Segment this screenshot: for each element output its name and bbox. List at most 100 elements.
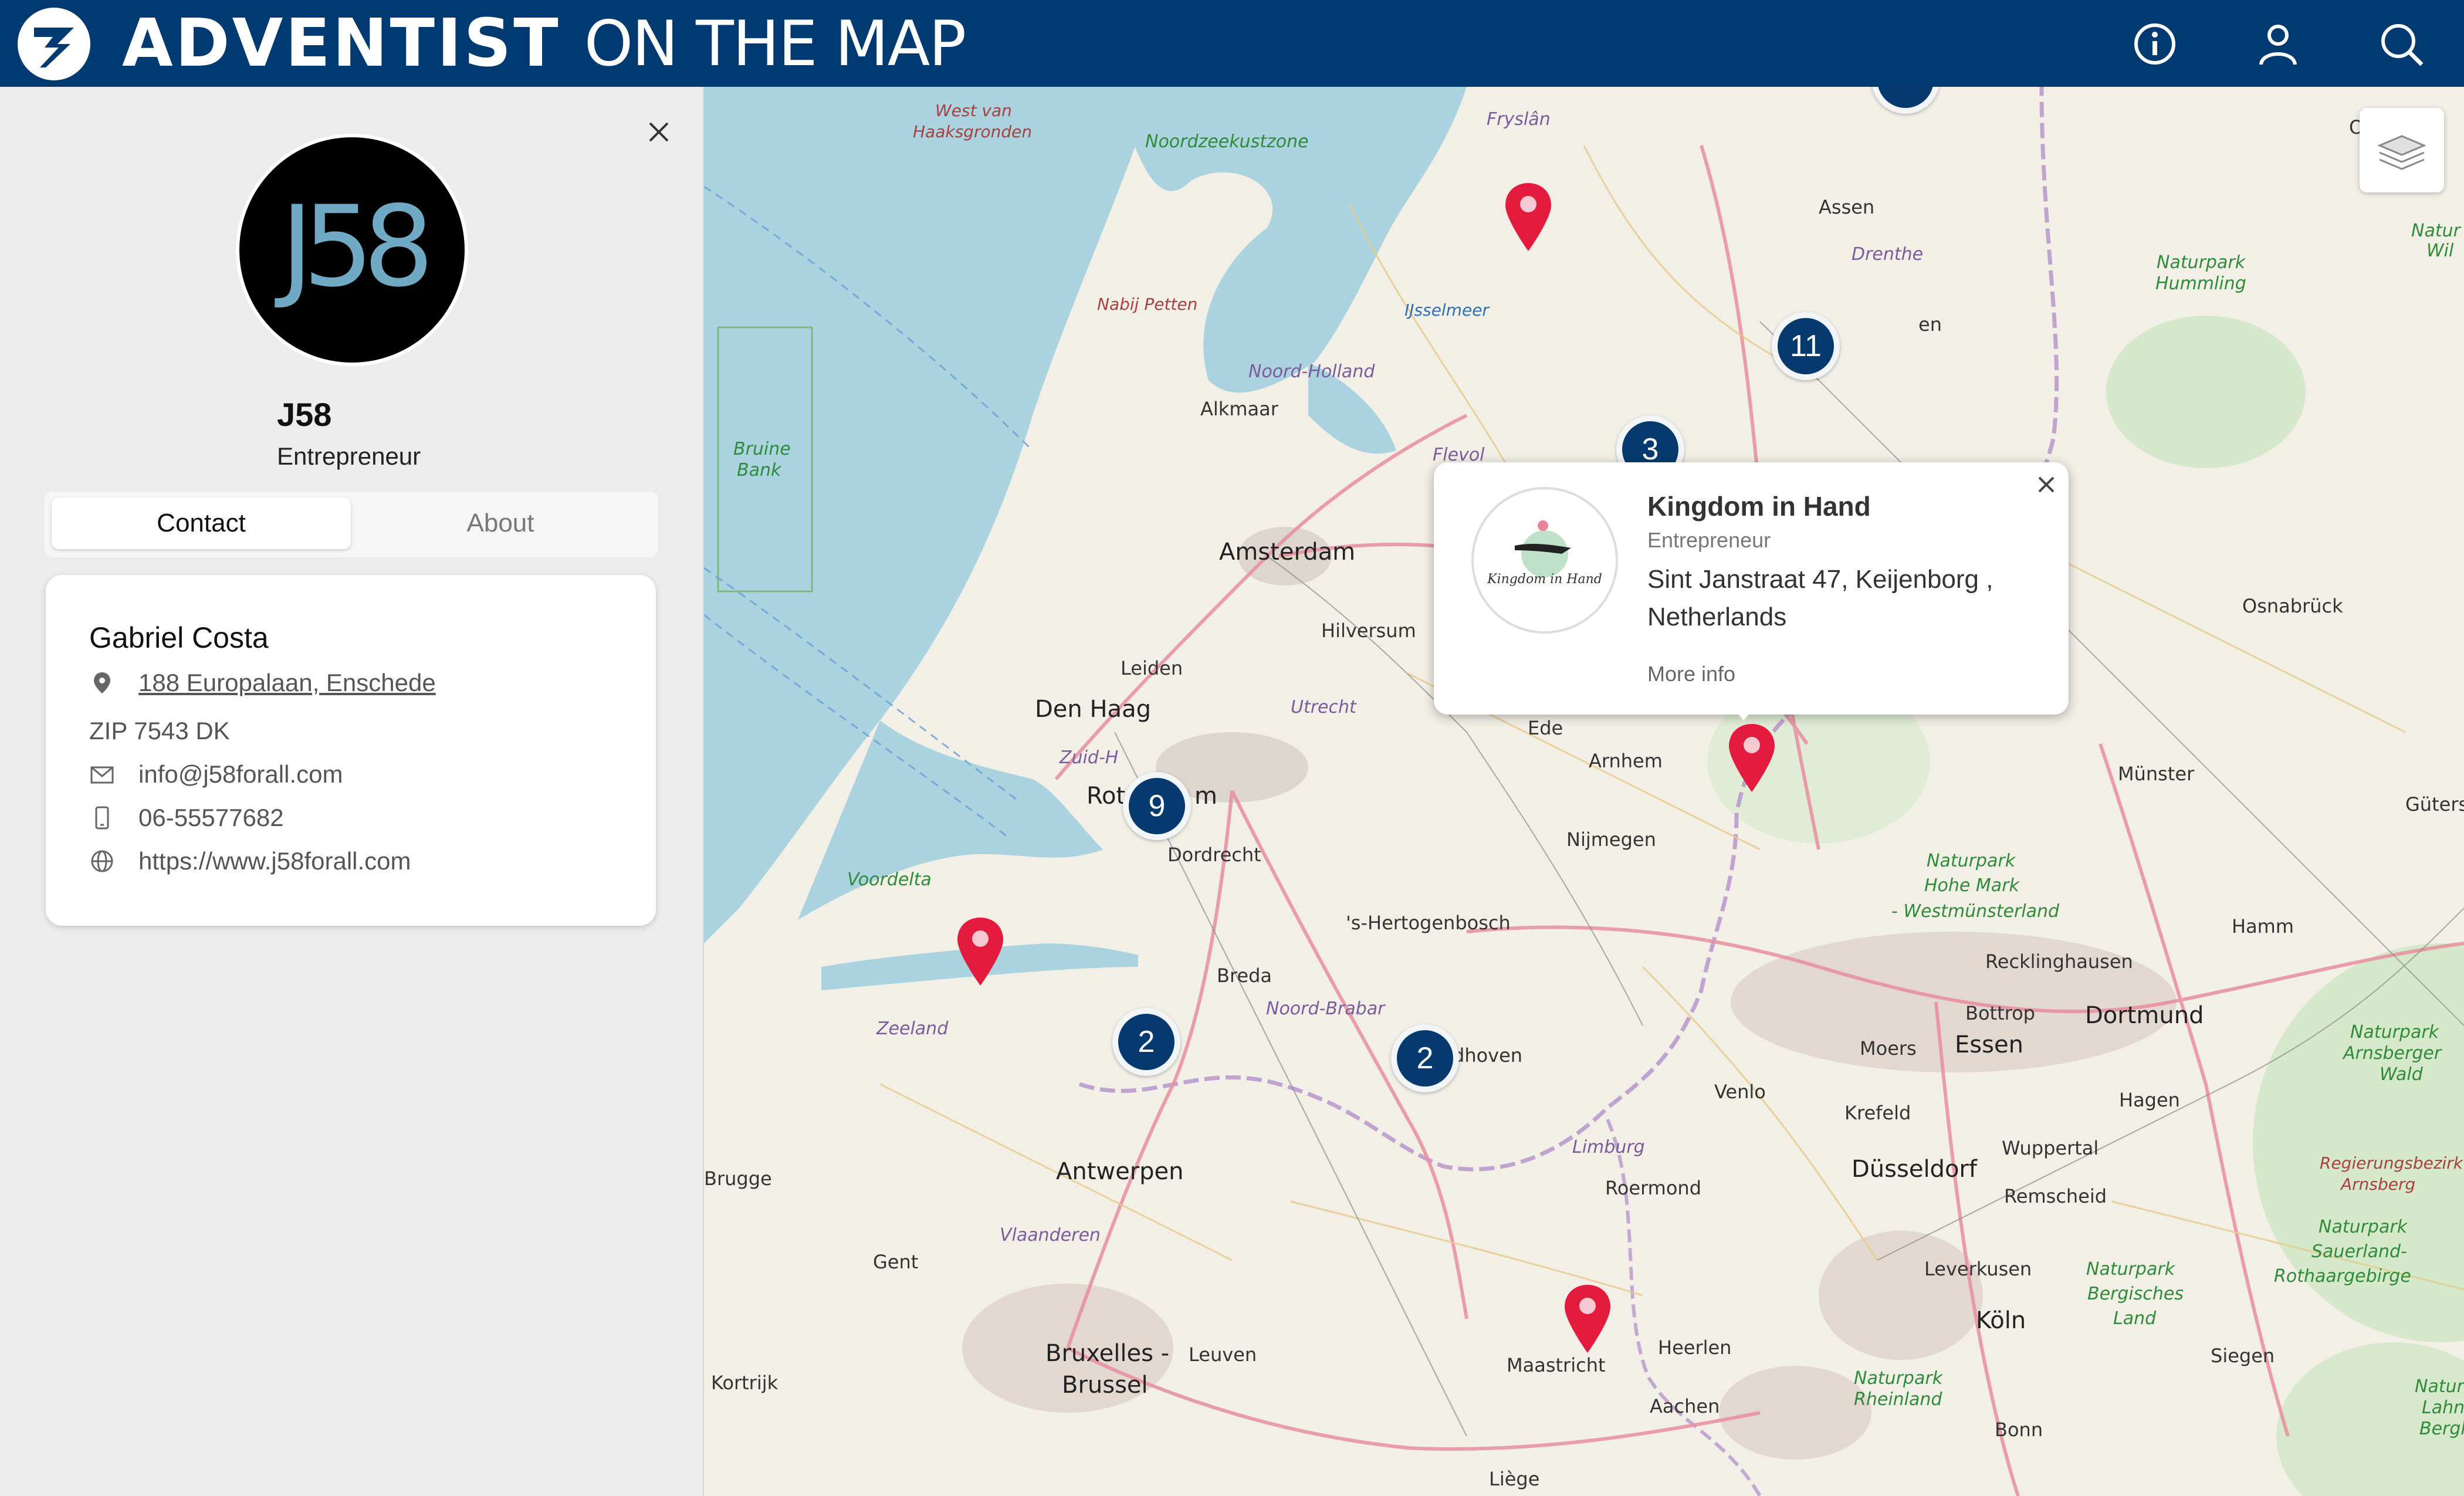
globe-icon xyxy=(91,850,113,872)
map-label-remscheid: Remscheid xyxy=(2004,1185,2107,1207)
map-label-krefeld: Krefeld xyxy=(1844,1102,1911,1124)
user-icon[interactable] xyxy=(2253,19,2303,69)
search-icon[interactable] xyxy=(2376,19,2426,69)
map-label-assen: Assen xyxy=(1819,196,1875,218)
phone-text: 06-55577682 xyxy=(138,804,284,831)
map-label-leverkusen: Leverkusen xyxy=(1924,1258,2032,1280)
map-label-drenthe: Drenthe xyxy=(1852,244,1924,265)
tab-contact[interactable]: Contact xyxy=(52,497,351,549)
map-label-haaksgronden: Haaksgronden xyxy=(913,122,1033,141)
map-label-en: en xyxy=(1918,313,1942,336)
map-label-leuven: Leuven xyxy=(1189,1343,1257,1366)
website-row[interactable]: https://www.j58forall.com xyxy=(89,847,411,875)
avatar: J58 xyxy=(236,134,468,366)
map-label-osnabruck: Osnabrück xyxy=(2242,595,2343,617)
map-label-hertogenbosch: 's-Hertogenbosch xyxy=(1346,912,1511,934)
kingdom-in-hand-logo-icon: Kingdom in Hand xyxy=(1487,520,1602,587)
zip-text: ZIP 7543 DK xyxy=(89,717,230,744)
map-label-wuppertal: Wuppertal xyxy=(2002,1137,2099,1159)
profile-name: J58 xyxy=(277,396,332,433)
map-label-brugge: Brugge xyxy=(704,1167,772,1190)
map-label-rothaargebirge: Rothaargebirge xyxy=(2274,1266,2411,1287)
map-label-den-haag: Den Haag xyxy=(1035,696,1151,723)
map-label-lahn: Lahn- xyxy=(2422,1397,2464,1418)
map-label-naturpark-rheinland: Naturpark xyxy=(1854,1368,1943,1389)
brand-title-light: ON THE MAP xyxy=(584,7,966,80)
map-label-kortrijk: Kortrijk xyxy=(711,1372,779,1394)
popup-logo: Kingdom in Hand xyxy=(1471,487,1618,634)
close-sidebar-icon[interactable] xyxy=(644,117,673,147)
map-pin-icon-zeeland[interactable] xyxy=(954,915,1007,988)
info-icon[interactable] xyxy=(2130,19,2180,69)
adventist-logo-icon[interactable] xyxy=(16,6,92,82)
tab-about[interactable]: About xyxy=(351,497,650,549)
map-label-guters: Güters xyxy=(2405,793,2464,815)
map-label-dordrecht: Dordrecht xyxy=(1167,844,1261,866)
map-label-utrecht: Utrecht xyxy=(1291,697,1356,717)
map-label-ijsselmeer: IJsselmeer xyxy=(1404,300,1489,320)
map-pin-icon-maastricht[interactable] xyxy=(1561,1282,1614,1355)
map-label-bottrop: Bottrop xyxy=(1965,1002,2035,1024)
map-label-noord-holland: Noord-Holland xyxy=(1248,361,1375,382)
map-cluster-2-eindhoven[interactable]: 2 xyxy=(1391,1024,1459,1092)
map-label-hamm: Hamm xyxy=(2232,915,2294,937)
layers-icon xyxy=(2377,135,2426,170)
map-cluster-9[interactable]: 9 xyxy=(1123,772,1191,840)
map-label-brussel: Brussel xyxy=(1062,1372,1148,1399)
map-label-nabij-petten: Nabij Petten xyxy=(1097,295,1198,314)
map-label-venlo: Venlo xyxy=(1714,1081,1766,1103)
map-pin-icon[interactable] xyxy=(1502,181,1555,253)
map-label-dortmund: Dortmund xyxy=(2085,1002,2204,1029)
map-pin-icon-selected[interactable] xyxy=(1725,722,1778,794)
map-cluster-11[interactable]: 11 xyxy=(1772,312,1840,380)
map-label-nijmegen: Nijmegen xyxy=(1566,828,1656,851)
map-label-eindhoven: dhoven xyxy=(1453,1044,1523,1067)
map-label-antwerpen: Antwerpen xyxy=(1056,1158,1184,1185)
map-label-bergl: Bergl xyxy=(2419,1419,2464,1439)
map-label-munster: Münster xyxy=(2118,763,2195,785)
map-label-wil: Wil xyxy=(2426,241,2454,261)
map-label-aachen: Aachen xyxy=(1650,1395,1720,1417)
map-area[interactable]: West van Haaksgronden Noordzeekustzone F… xyxy=(704,87,2464,1496)
map-label-essen: Essen xyxy=(1955,1031,2023,1058)
map-label-naturpark-arnsberger: Naturpark xyxy=(2350,1022,2439,1043)
map-label-noordzeekustzone: Noordzeekustzone xyxy=(1145,131,1309,152)
map-label-hummling: Hummling xyxy=(2155,273,2246,294)
map-label-hohe-mark: Hohe Mark xyxy=(1924,875,2019,896)
map-label-arnhem: Arnhem xyxy=(1589,750,1663,772)
map-label-bergisches: Bergisches xyxy=(2087,1284,2184,1304)
popup-more-info-link[interactable]: More info xyxy=(1647,662,1735,686)
map-label-naturpark-hohe-mark: Naturpark xyxy=(1927,851,2016,871)
map-label-natur-wil: Natur xyxy=(2411,221,2460,241)
map-label-limburg: Limburg xyxy=(1572,1137,1645,1157)
map-cluster-2-breda[interactable]: 2 xyxy=(1112,1008,1180,1076)
map-label-vlaanderen: Vlaanderen xyxy=(1000,1225,1101,1245)
email-row[interactable]: info@j58forall.com xyxy=(89,760,343,788)
map-label-gent: Gent xyxy=(873,1251,919,1273)
brand-title[interactable]: ADVENTIST ON THE MAP xyxy=(122,5,966,82)
phone-row[interactable]: 06-55577682 xyxy=(89,804,284,832)
popup-address: Sint Janstraat 47, Keijenborg , Netherla… xyxy=(1647,565,1993,631)
map-label-rotterdam-end: m xyxy=(1194,783,1217,810)
phone-icon xyxy=(95,806,109,830)
map-label-rotterdam: Rot xyxy=(1087,783,1126,810)
email-text: info@j58forall.com xyxy=(138,760,343,788)
mail-icon xyxy=(90,766,114,784)
map-label-noord-brabant: Noord-Brabar xyxy=(1266,999,1385,1019)
map-label-bank: Bank xyxy=(737,460,781,480)
map-label-land: Land xyxy=(2113,1308,2157,1329)
map-label-bruine: Bruine xyxy=(733,439,791,459)
logo-text: J58 xyxy=(275,182,427,312)
map-label-rheinland: Rheinland xyxy=(1854,1389,1942,1410)
map-label-naturpark-sauerland: Naturpark xyxy=(2319,1217,2408,1237)
map-label-leiden: Leiden xyxy=(1121,657,1183,679)
map-label-liege: Liège xyxy=(1489,1468,1540,1490)
map-label-amsterdam: Amsterdam xyxy=(1219,539,1356,566)
map-label-westmunsterland: - Westmünsterland xyxy=(1891,901,2060,922)
map-label-zuid-holland: Zuid-H xyxy=(1060,747,1119,768)
layers-button[interactable] xyxy=(2360,108,2444,192)
map-label-regierungsbezirk: Regierungsbezirk xyxy=(2320,1153,2463,1173)
popup-close-icon[interactable] xyxy=(2035,473,2058,496)
map-label-naturpark-bergisches: Naturpark xyxy=(2086,1259,2175,1280)
address-link[interactable]: 188 Europalaan, Enschede xyxy=(138,669,436,697)
